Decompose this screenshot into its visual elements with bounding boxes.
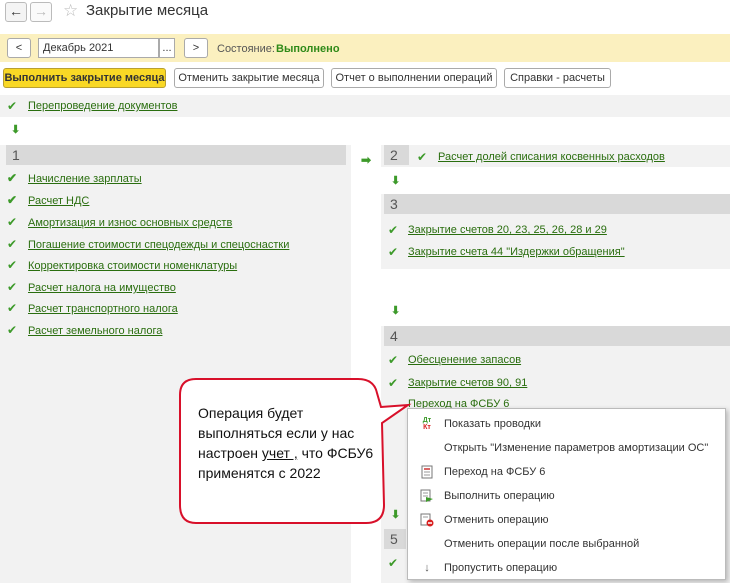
check-icon: ✔ [388, 353, 399, 367]
group-3-number: 3 [384, 194, 730, 214]
menu-item-cancel-operation[interactable]: Отменить операцию [408, 509, 725, 531]
arrow-left-icon: ← [9, 3, 23, 19]
check-icon: ✔ [388, 556, 399, 570]
period-select-button[interactable]: ... [159, 38, 175, 58]
arrow-down-icon: ⬇ [391, 305, 401, 317]
operation-close-90-91-link[interactable]: Закрытие счетов 90, 91 [408, 377, 527, 389]
reports-calculations-button[interactable]: Справки - расчеты [504, 68, 611, 88]
favorite-star-icon[interactable]: ☆ [63, 2, 78, 20]
back-button[interactable]: ← [5, 2, 27, 22]
operation-context-menu: Дт Кт Показать проводки Открыть "Изменен… [407, 408, 726, 580]
forward-button[interactable]: → [30, 2, 52, 22]
undo-icon [420, 513, 434, 527]
check-icon: ✔ [7, 323, 18, 337]
group-4-number: 4 [384, 326, 730, 346]
arrow-right-icon: → [34, 3, 48, 19]
arrow-right-icon: ➡ [361, 153, 372, 167]
cancel-month-close-button[interactable]: Отменить закрытие месяца [174, 68, 324, 88]
operation-nomenclature-link[interactable]: Корректировка стоимости номенклатуры [28, 260, 237, 272]
period-bar: < Декабрь 2021 ... > Состояние: Выполнен… [0, 34, 730, 62]
page-title: Закрытие месяца [86, 2, 209, 19]
check-icon: ✔ [7, 99, 18, 113]
group-1-number: 1 [6, 145, 346, 165]
menu-item-skip-operation[interactable]: ↓ Пропустить операцию [408, 557, 725, 579]
menu-item-show-entries[interactable]: Дт Кт Показать проводки [408, 413, 725, 435]
operation-close-44-link[interactable]: Закрытие счета 44 "Издержки обращения" [408, 246, 625, 258]
next-period-button[interactable]: > [184, 38, 208, 58]
operation-close-20-29-link[interactable]: Закрытие счетов 20, 23, 25, 26, 28 и 29 [408, 224, 607, 236]
run-icon [420, 489, 434, 503]
callout-text: Операция будет выполняться если у нас на… [198, 405, 374, 481]
document-icon [420, 465, 434, 479]
operation-transport-tax-link[interactable]: Расчет транспортного налога [28, 303, 178, 315]
operation-property-tax-link[interactable]: Расчет налога на имущество [28, 282, 176, 294]
period-input[interactable]: Декабрь 2021 [38, 38, 159, 58]
state-value: Выполнено [276, 43, 340, 55]
operation-vat-link[interactable]: Расчет НДС [28, 195, 89, 207]
menu-item-run-operation[interactable]: Выполнить операцию [408, 485, 725, 507]
operation-depreciation-link[interactable]: Амортизация и износ основных средств [28, 217, 232, 229]
menu-item-open-depreciation-change[interactable]: Открыть "Изменение параметров амортизаци… [408, 437, 725, 459]
state-label: Состояние: [217, 43, 275, 55]
check-icon: ✔ [7, 258, 18, 272]
double-check-icon: ✔ [7, 171, 18, 185]
menu-item-open-fsbu6[interactable]: Переход на ФСБУ 6 [408, 461, 725, 483]
operations-report-button[interactable]: Отчет о выполнении операций [331, 68, 497, 88]
arrow-down-icon: ⬇ [11, 124, 21, 136]
dt-kt-icon: Дт Кт [422, 417, 432, 431]
run-month-close-button[interactable]: Выполнить закрытие месяца [3, 68, 166, 88]
check-icon: ✔ [388, 223, 399, 237]
prev-period-button[interactable]: < [7, 38, 31, 58]
group-5-number: 5 [384, 529, 406, 549]
arrow-down-icon: ↓ [424, 562, 430, 574]
double-check-icon: ✔ [7, 193, 18, 207]
check-icon: ✔ [417, 150, 428, 164]
operation-land-tax-link[interactable]: Расчет земельного налога [28, 325, 162, 337]
arrow-down-icon: ⬇ [391, 175, 401, 187]
operation-impairment-link[interactable]: Обесценение запасов [408, 354, 521, 366]
check-icon: ✔ [7, 237, 18, 251]
check-icon: ✔ [388, 245, 399, 259]
operation-indirect-costs-link[interactable]: Расчет долей списания косвенных расходов [438, 151, 665, 163]
check-icon: ✔ [7, 215, 18, 229]
operation-payroll-link[interactable]: Начисление зарплаты [28, 173, 142, 185]
operation-workwear-link[interactable]: Погашение стоимости спецодежды и спецосн… [28, 239, 289, 251]
operation-reposting-link[interactable]: Перепроведение документов [28, 100, 177, 112]
check-icon: ✔ [7, 280, 18, 294]
menu-item-cancel-after-selected[interactable]: Отменить операции после выбранной [408, 533, 725, 555]
check-icon: ✔ [7, 301, 18, 315]
group-2-number: 2 [384, 145, 409, 165]
